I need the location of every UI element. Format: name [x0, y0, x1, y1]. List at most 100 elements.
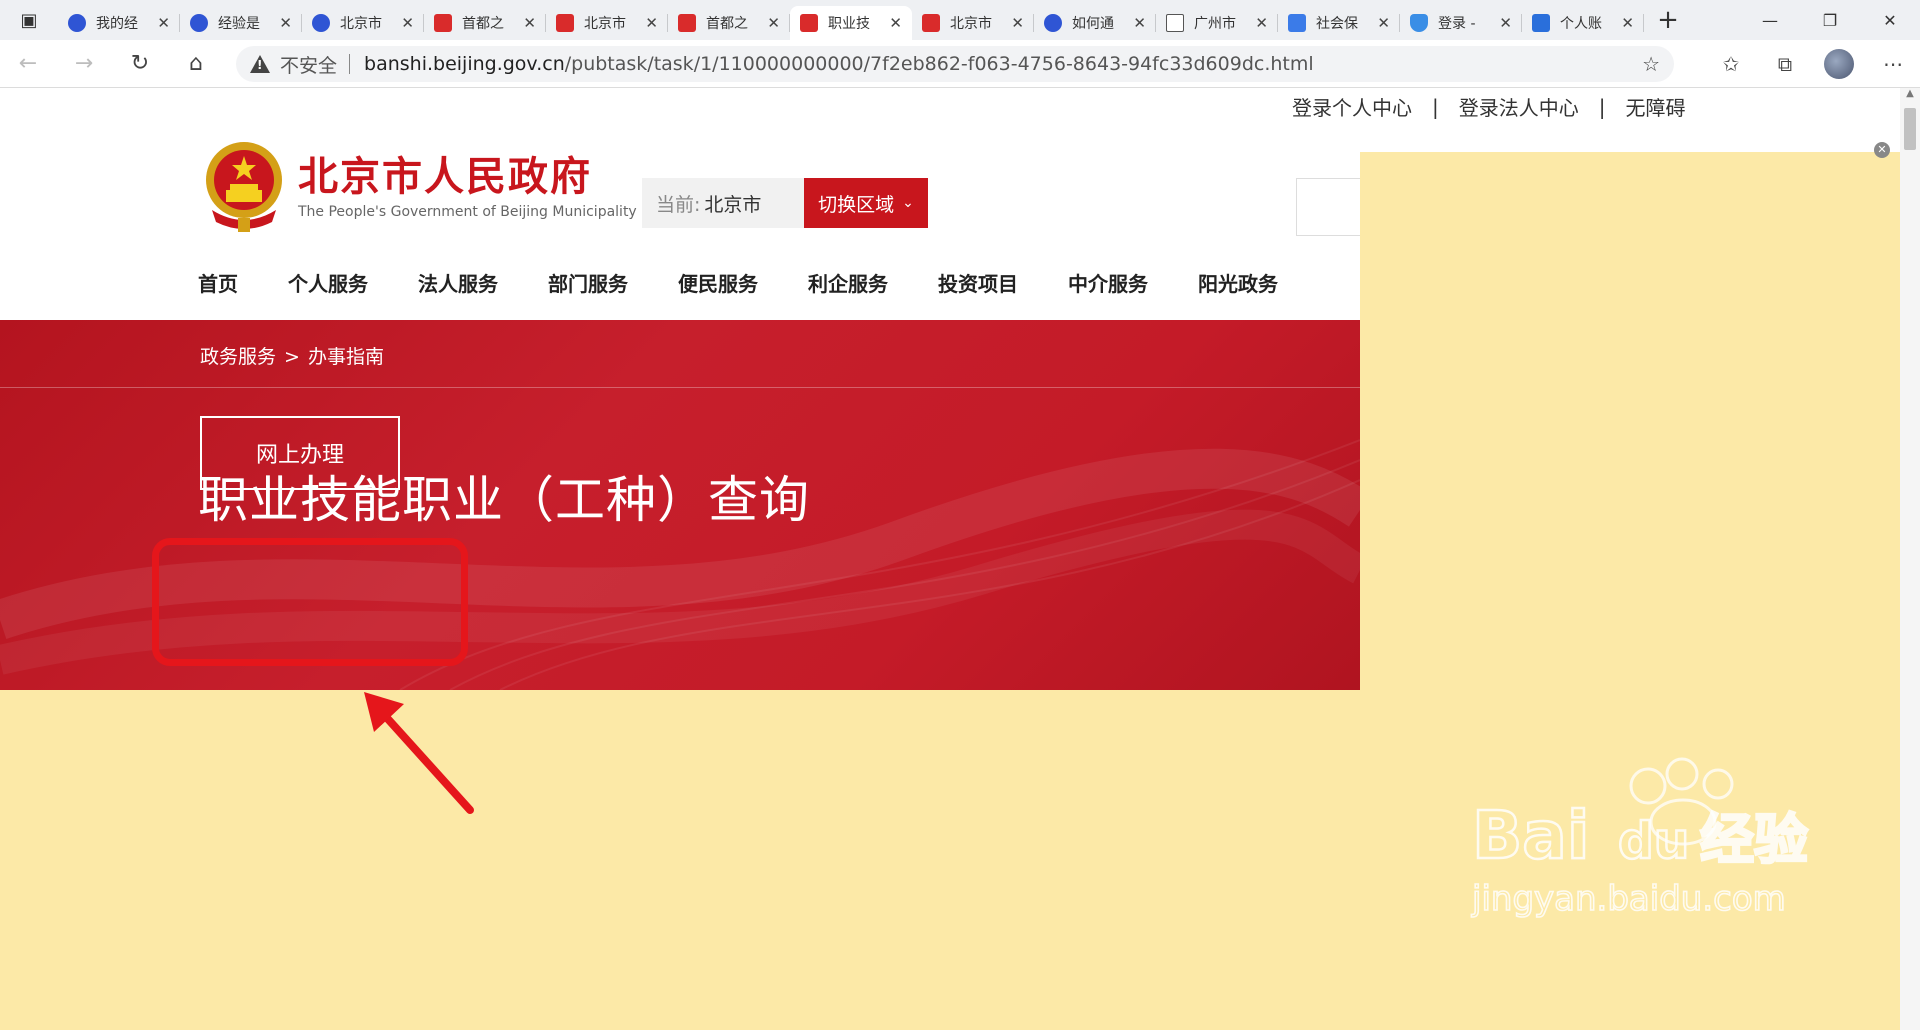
- browser-toolbar: ← → ↻ ⌂ 不安全 banshi.beijing.gov.cn/pubtas…: [0, 40, 1920, 88]
- home-icon: ⌂: [189, 51, 203, 76]
- browser-tab[interactable]: 广州市 ✕: [1156, 6, 1278, 40]
- more-menu-button[interactable]: ⋯: [1866, 40, 1920, 88]
- close-tab-icon[interactable]: ✕: [645, 14, 658, 32]
- browser-tab[interactable]: 首都之 ✕: [668, 6, 790, 40]
- breadcrumb-item-services[interactable]: 政务服务: [200, 346, 276, 368]
- reload-button[interactable]: ↻: [112, 40, 168, 88]
- page-scrollbar[interactable]: ▲: [1900, 88, 1920, 1030]
- nav-item-business[interactable]: 利企服务: [808, 268, 888, 297]
- new-tab-button[interactable]: +: [1648, 0, 1688, 40]
- tab-title: 我的经: [96, 16, 138, 32]
- region-label: 当前:: [656, 193, 701, 216]
- breadcrumb: 政务服务 > 办事指南: [200, 342, 384, 369]
- overlay-close-icon[interactable]: ✕: [1874, 142, 1890, 158]
- watermark-url: jingyan.baidu.com: [1471, 879, 1786, 919]
- tab-actions-button[interactable]: ▣: [0, 0, 58, 40]
- nav-item-legal[interactable]: 法人服务: [418, 268, 498, 297]
- browser-tab[interactable]: 北京市 ✕: [546, 6, 668, 40]
- tab-title: 经验是: [218, 16, 260, 32]
- tab-strip: ▣ 我的经 ✕ 经验是 ✕ 北京市 ✕ 首都之 ✕ 北京市 ✕ 首都之 ✕ 职业技 ✕ 北京市 ✕ 如何通 ✕ 广州…: [0, 0, 1920, 40]
- accessibility-link[interactable]: 无障碍: [1626, 92, 1686, 121]
- warning-icon: [250, 55, 270, 73]
- close-window-button[interactable]: ✕: [1860, 0, 1920, 40]
- gov-icon: [678, 14, 696, 32]
- add-favorite-star-icon[interactable]: ☆: [1642, 52, 1660, 76]
- watermark-brand-suffix: du: [1618, 812, 1689, 870]
- close-tab-icon[interactable]: ✕: [767, 14, 780, 32]
- breadcrumb-item-guide[interactable]: 办事指南: [308, 346, 384, 368]
- close-tab-icon[interactable]: ✕: [1011, 14, 1024, 32]
- scroll-thumb[interactable]: [1904, 108, 1916, 150]
- close-tab-icon[interactable]: ✕: [1377, 14, 1390, 32]
- ellipsis-icon: ⋯: [1883, 52, 1903, 76]
- close-tab-icon[interactable]: ✕: [1621, 14, 1634, 32]
- browser-window: ▣ 我的经 ✕ 经验是 ✕ 北京市 ✕ 首都之 ✕ 北京市 ✕ 首都之 ✕ 职业技 ✕ 北京市 ✕ 如何通 ✕ 广州…: [0, 0, 1920, 1030]
- nav-item-convenience[interactable]: 便民服务: [678, 268, 758, 297]
- scroll-up-icon[interactable]: ▲: [1900, 88, 1920, 108]
- favorites-button[interactable]: ✩: [1704, 40, 1758, 88]
- tab-title: 首都之: [706, 16, 748, 32]
- nav-item-intermediary[interactable]: 中介服务: [1068, 268, 1148, 297]
- profile-button[interactable]: [1812, 40, 1866, 88]
- region-value: 北京市: [704, 193, 762, 216]
- restore-button[interactable]: ❐: [1800, 0, 1860, 40]
- close-tab-icon[interactable]: ✕: [401, 14, 414, 32]
- login-legal-link[interactable]: 登录法人中心: [1459, 92, 1579, 121]
- nav-item-investment[interactable]: 投资项目: [938, 268, 1018, 297]
- close-tab-icon[interactable]: ✕: [1255, 14, 1268, 32]
- tab-title: 登录 -: [1438, 16, 1476, 32]
- gov-icon: [434, 14, 452, 32]
- baidu-paw-icon: [68, 14, 86, 32]
- nav-item-personal[interactable]: 个人服务: [288, 268, 368, 297]
- security-label[interactable]: 不安全: [280, 51, 337, 78]
- nav-item-department[interactable]: 部门服务: [548, 268, 628, 297]
- close-tab-icon[interactable]: ✕: [889, 14, 902, 32]
- browser-tab[interactable]: 登录 - ✕: [1400, 6, 1522, 40]
- online-apply-button[interactable]: 网上办理: [200, 416, 400, 490]
- collections-button[interactable]: ⧉: [1758, 40, 1812, 88]
- region-current: 当前: 北京市: [642, 178, 804, 228]
- tab-title: 北京市: [950, 16, 992, 32]
- arrow-right-icon: →: [74, 51, 94, 76]
- annotation-highlight-box: [152, 538, 468, 666]
- address-separator: [349, 54, 351, 74]
- browser-tab[interactable]: 职业技 ✕: [790, 6, 912, 40]
- browser-tab[interactable]: 我的经 ✕: [58, 6, 180, 40]
- home-button[interactable]: ⌂: [168, 40, 224, 88]
- shield-icon: [1410, 14, 1428, 32]
- address-bar[interactable]: 不安全 banshi.beijing.gov.cn/pubtask/task/1…: [236, 46, 1674, 82]
- browser-tab[interactable]: 北京市 ✕: [302, 6, 424, 40]
- url-host: banshi.beijing.gov.cn: [364, 53, 565, 75]
- card-icon: [1532, 14, 1550, 32]
- browser-tab[interactable]: 社会保 ✕: [1278, 6, 1400, 40]
- login-personal-link[interactable]: 登录个人中心: [1292, 92, 1412, 121]
- nav-item-transparency[interactable]: 阳光政务: [1198, 268, 1278, 297]
- tab-title: 北京市: [584, 16, 626, 32]
- nav-item-home[interactable]: 首页: [198, 268, 238, 297]
- browser-tab[interactable]: 首都之 ✕: [424, 6, 546, 40]
- browser-tab[interactable]: 经验是 ✕: [180, 6, 302, 40]
- breadcrumb-separator: >: [284, 346, 300, 368]
- tab-actions-icon: ▣: [20, 9, 38, 31]
- url-text[interactable]: banshi.beijing.gov.cn/pubtask/task/1/110…: [364, 53, 1314, 75]
- close-tab-icon[interactable]: ✕: [157, 14, 170, 32]
- region-selector: 当前: 北京市 切换区域 ⌄: [642, 178, 928, 228]
- browser-tab[interactable]: 个人账 ✕: [1522, 6, 1644, 40]
- national-emblem-icon: [206, 142, 282, 232]
- back-button[interactable]: ←: [0, 40, 56, 88]
- site-search-input[interactable]: [1296, 178, 1360, 236]
- close-tab-icon[interactable]: ✕: [279, 14, 292, 32]
- browser-tab[interactable]: 北京市 ✕: [912, 6, 1034, 40]
- switch-region-button[interactable]: 切换区域 ⌄: [804, 178, 928, 228]
- close-tab-icon[interactable]: ✕: [1499, 14, 1512, 32]
- breadcrumb-divider: [0, 387, 1360, 388]
- watermark-brand: Bai: [1472, 797, 1589, 874]
- close-tab-icon[interactable]: ✕: [523, 14, 536, 32]
- forward-button[interactable]: →: [56, 40, 112, 88]
- site-title[interactable]: 北京市人民政府: [298, 144, 592, 202]
- switch-region-label: 切换区域: [818, 193, 895, 216]
- tab-title: 如何通: [1072, 16, 1114, 32]
- browser-tab[interactable]: 如何通 ✕: [1034, 6, 1156, 40]
- minimize-button[interactable]: —: [1740, 0, 1800, 40]
- close-tab-icon[interactable]: ✕: [1133, 14, 1146, 32]
